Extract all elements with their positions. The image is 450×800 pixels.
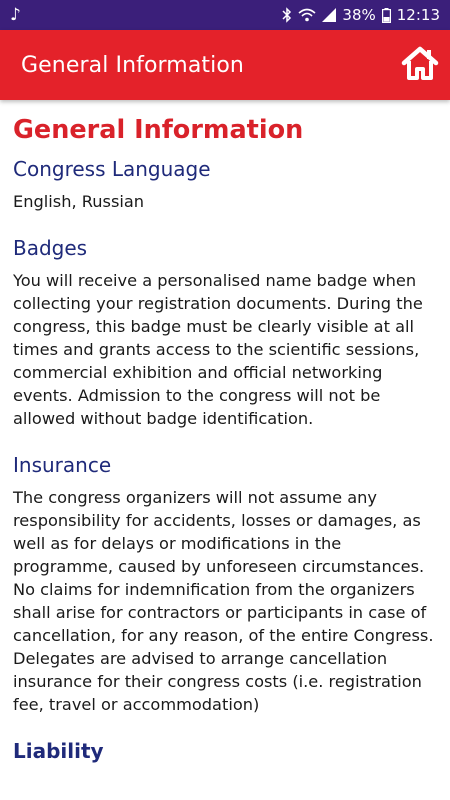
- page-title: General Information: [13, 115, 304, 145]
- paragraph: Delegates are advised to arrange cancell…: [13, 649, 422, 714]
- battery-icon: [381, 7, 391, 23]
- app-bar: General Information: [0, 30, 450, 100]
- section-body: English, Russian: [13, 190, 437, 213]
- battery-percent: 38%: [342, 6, 376, 24]
- section-badges: Badges You will receive a personalised n…: [13, 235, 437, 430]
- section-title: Badges: [13, 236, 88, 260]
- paragraph: You will receive a personalised name bad…: [13, 271, 423, 428]
- section-title: Congress Language: [13, 157, 211, 181]
- clock: 12:13: [396, 6, 440, 24]
- status-right: 38% 12:13: [282, 6, 440, 24]
- signal-icon: [322, 8, 337, 22]
- paragraph: English, Russian: [13, 192, 145, 211]
- section-title: Insurance: [13, 453, 112, 477]
- section-body: You will receive a personalised name bad…: [13, 269, 437, 430]
- section-body: The congress organizers will not assume …: [13, 486, 437, 716]
- music-note-icon: ♪: [10, 5, 21, 25]
- paragraph: The congress organizers will not assume …: [13, 488, 434, 645]
- section-congress-language: Congress Language English, Russian: [13, 156, 437, 213]
- home-button[interactable]: [398, 43, 442, 87]
- app-bar-title: General Information: [21, 52, 244, 78]
- home-icon: [400, 45, 440, 85]
- status-left: ♪: [10, 5, 21, 25]
- status-bar: ♪ 38% 12:13: [0, 0, 450, 30]
- section-title: Liability: [13, 739, 104, 763]
- wifi-icon: [298, 8, 316, 22]
- bluetooth-icon: [282, 7, 292, 23]
- section-insurance: Insurance The congress organizers will n…: [13, 452, 437, 716]
- section-liability: Liability: [13, 738, 437, 764]
- content-area[interactable]: General Information Congress Language En…: [0, 100, 450, 800]
